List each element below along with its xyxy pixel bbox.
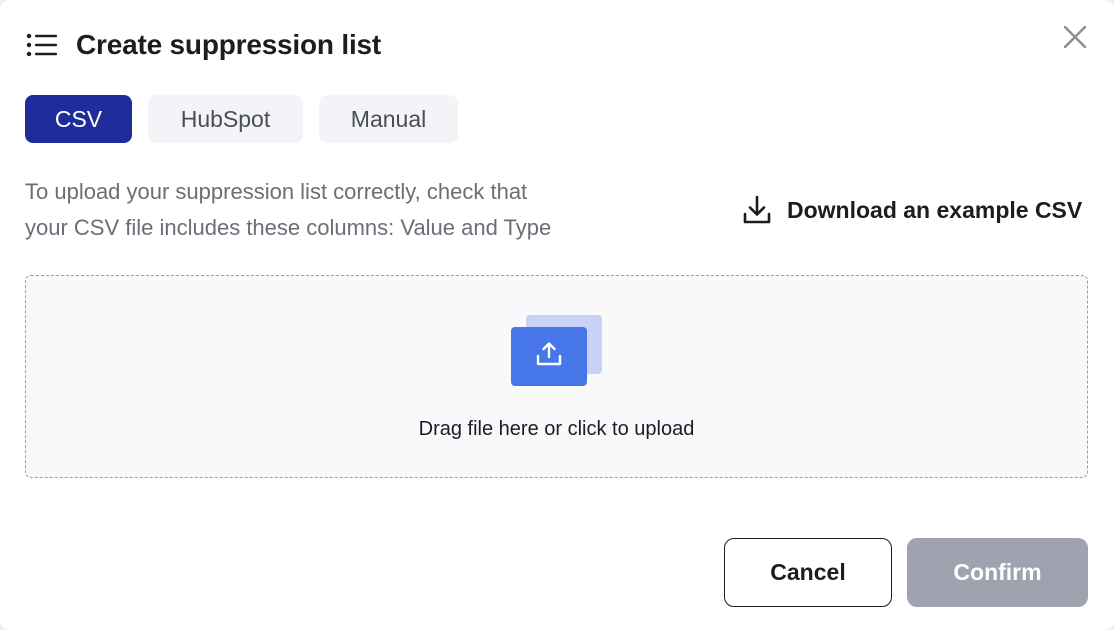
upload-instructions: To upload your suppression list correctl… bbox=[25, 174, 645, 246]
upload-icon bbox=[535, 340, 563, 373]
instructions-line-1: To upload your suppression list correctl… bbox=[25, 179, 528, 204]
confirm-button[interactable]: Confirm bbox=[907, 538, 1088, 607]
list-icon bbox=[26, 33, 58, 57]
cancel-button[interactable]: Cancel bbox=[724, 538, 892, 607]
source-tabs: CSV HubSpot Manual bbox=[25, 95, 458, 143]
dropzone-label: Drag file here or click to upload bbox=[418, 418, 695, 440]
file-dropzone[interactable]: Drag file here or click to upload bbox=[25, 275, 1088, 478]
download-label: Download an example CSV bbox=[787, 196, 1083, 223]
instructions-line-2: your CSV file includes these columns: Va… bbox=[25, 215, 552, 240]
upload-illustration bbox=[511, 315, 603, 389]
tab-manual[interactable]: Manual bbox=[319, 95, 458, 143]
dialog-title: Create suppression list bbox=[76, 29, 382, 60]
close-icon bbox=[1063, 25, 1087, 54]
download-icon bbox=[741, 194, 773, 226]
dialog-header: Create suppression list bbox=[26, 26, 381, 64]
tab-csv[interactable]: CSV bbox=[25, 95, 132, 143]
close-button[interactable] bbox=[1058, 22, 1092, 56]
upload-card-front bbox=[511, 327, 587, 386]
dialog-footer: Cancel Confirm bbox=[724, 538, 1088, 607]
create-suppression-list-dialog: Create suppression list CSV HubSpot Manu… bbox=[0, 0, 1114, 630]
tab-hubspot[interactable]: HubSpot bbox=[148, 95, 303, 143]
download-example-csv-link[interactable]: Download an example CSV bbox=[741, 192, 1082, 228]
